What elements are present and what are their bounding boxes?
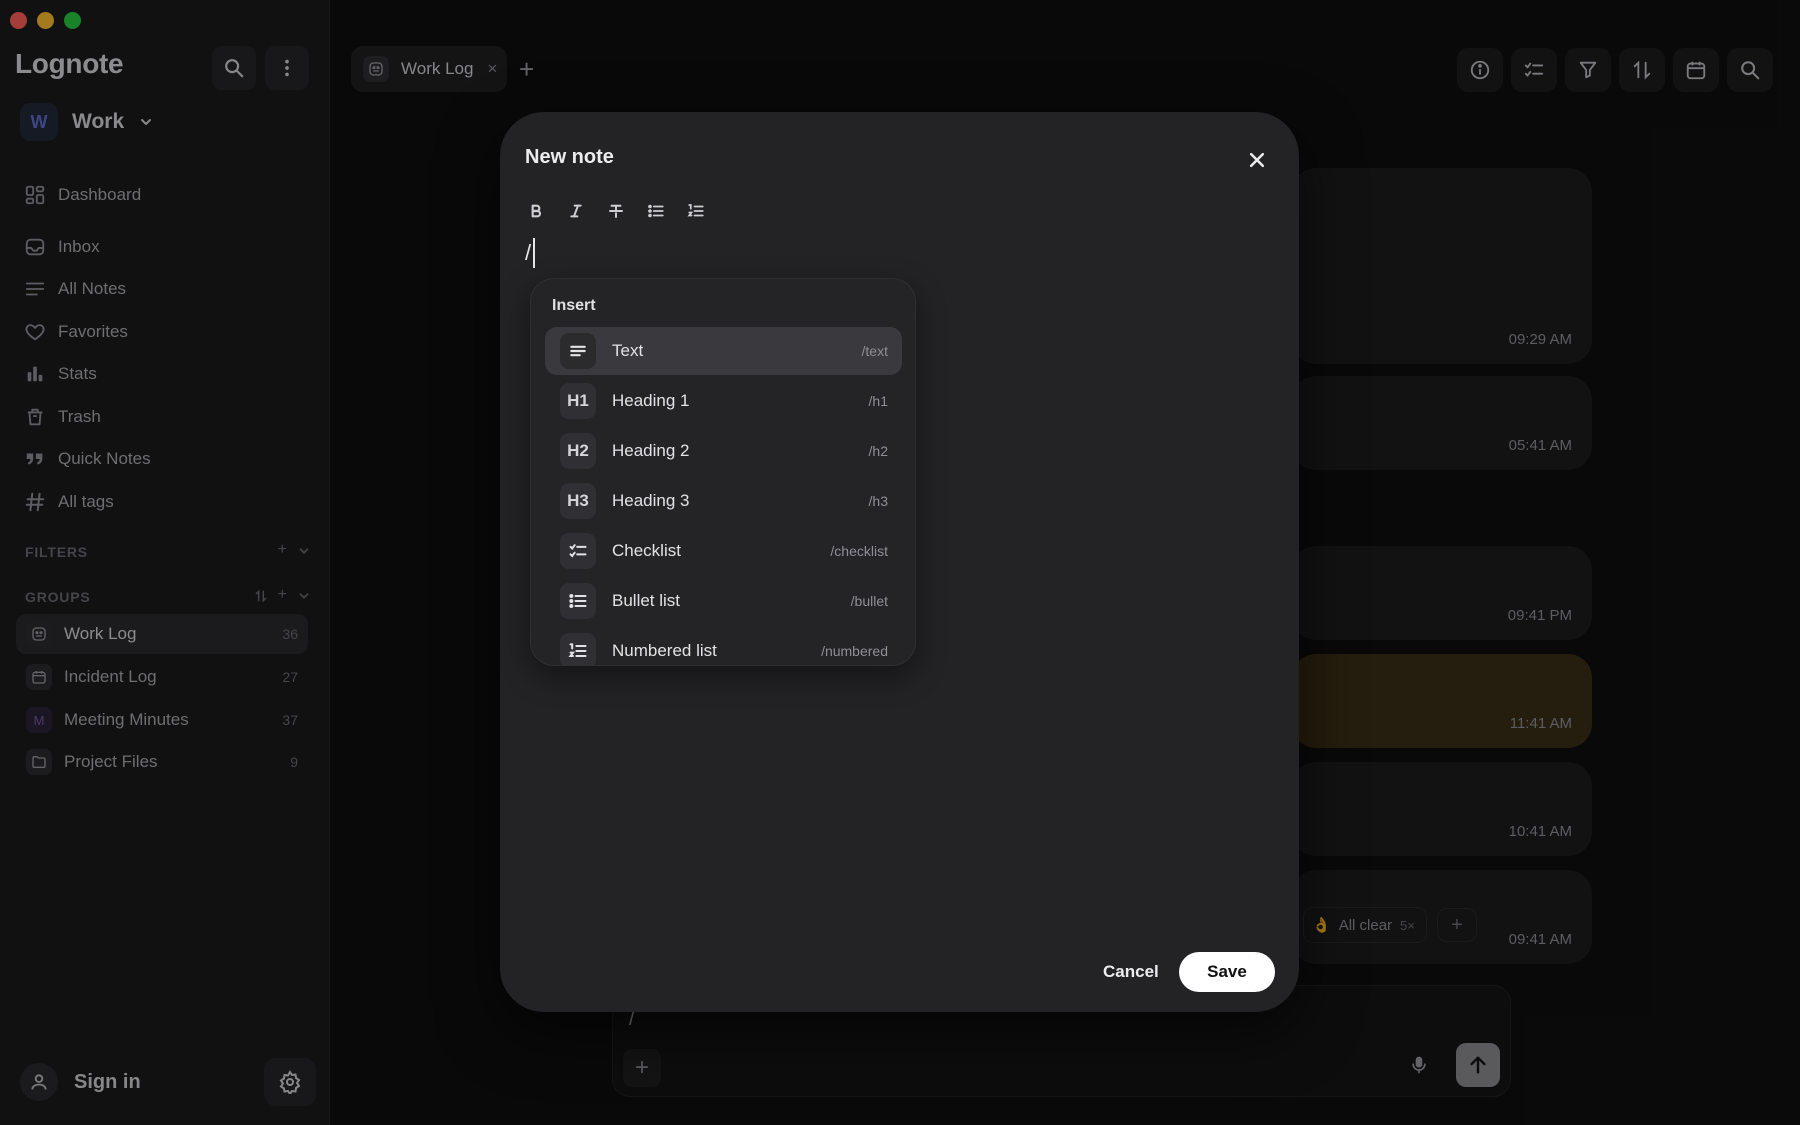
insert-item-shortcut: /numbered (821, 643, 888, 659)
insert-item-shortcut: /h3 (868, 493, 888, 509)
insert-item-label: Heading 2 (612, 441, 690, 460)
close-icon (1249, 152, 1265, 168)
numbered-list-button[interactable] (683, 198, 709, 224)
insert-item-shortcut: /h2 (868, 443, 888, 459)
bullet-list-icon (648, 204, 664, 218)
insert-item-heading-3[interactable]: H3 Heading 3 /h3 (545, 477, 902, 525)
numbered-list-icon (560, 633, 596, 665)
heading-1-icon: H1 (560, 383, 596, 419)
insert-item-label: Checklist (612, 541, 681, 560)
insert-item-label: Bullet list (612, 591, 681, 610)
insert-item-numbered-list[interactable]: Numbered list /numbered (545, 627, 902, 665)
insert-item-text[interactable]: Text /text (545, 327, 902, 375)
numbered-list-icon (687, 204, 704, 217)
save-button[interactable]: Save (1179, 952, 1275, 992)
italic-icon (570, 204, 582, 218)
insert-item-heading-2[interactable]: H2 Heading 2 /h2 (545, 427, 902, 475)
insert-item-label: Numbered list (612, 641, 717, 660)
insert-item-heading-1[interactable]: H1 Heading 1 /h1 (545, 377, 902, 425)
cancel-button[interactable]: Cancel (1103, 962, 1159, 982)
insert-menu: Insert Text /text H1 Heading 1 /h1 H2 He… (530, 278, 916, 666)
strikethrough-icon (609, 204, 623, 218)
bold-icon (531, 204, 541, 218)
insert-item-label: Heading 3 (612, 491, 690, 510)
insert-item-shortcut: /h1 (868, 393, 888, 409)
bold-button[interactable] (523, 198, 549, 224)
new-note-dialog: New note / Insert Text /text H1 Heading … (500, 112, 1299, 1012)
bullet-list-icon (560, 583, 596, 619)
format-toolbar (523, 198, 709, 224)
strikethrough-button[interactable] (603, 198, 629, 224)
insert-item-bullet-list[interactable]: Bullet list /bullet (545, 577, 902, 625)
insert-item-label: Heading 1 (612, 391, 690, 410)
dialog-title: New note (525, 146, 614, 168)
heading-2-icon: H2 (560, 433, 596, 469)
insert-item-shortcut: /text (861, 343, 888, 359)
insert-item-checklist[interactable]: Checklist /checklist (545, 527, 902, 575)
checklist-icon (560, 533, 596, 569)
bullet-list-button[interactable] (643, 198, 669, 224)
insert-item-label: Text (612, 341, 644, 360)
heading-3-icon: H3 (560, 483, 596, 519)
note-editor[interactable]: / (525, 238, 536, 268)
insert-item-shortcut: /bullet (850, 593, 888, 609)
close-dialog-button[interactable] (1242, 145, 1272, 175)
insert-menu-title: Insert (552, 297, 596, 314)
insert-item-shortcut: /checklist (830, 543, 888, 559)
italic-button[interactable] (563, 198, 589, 224)
text-icon (560, 333, 596, 369)
